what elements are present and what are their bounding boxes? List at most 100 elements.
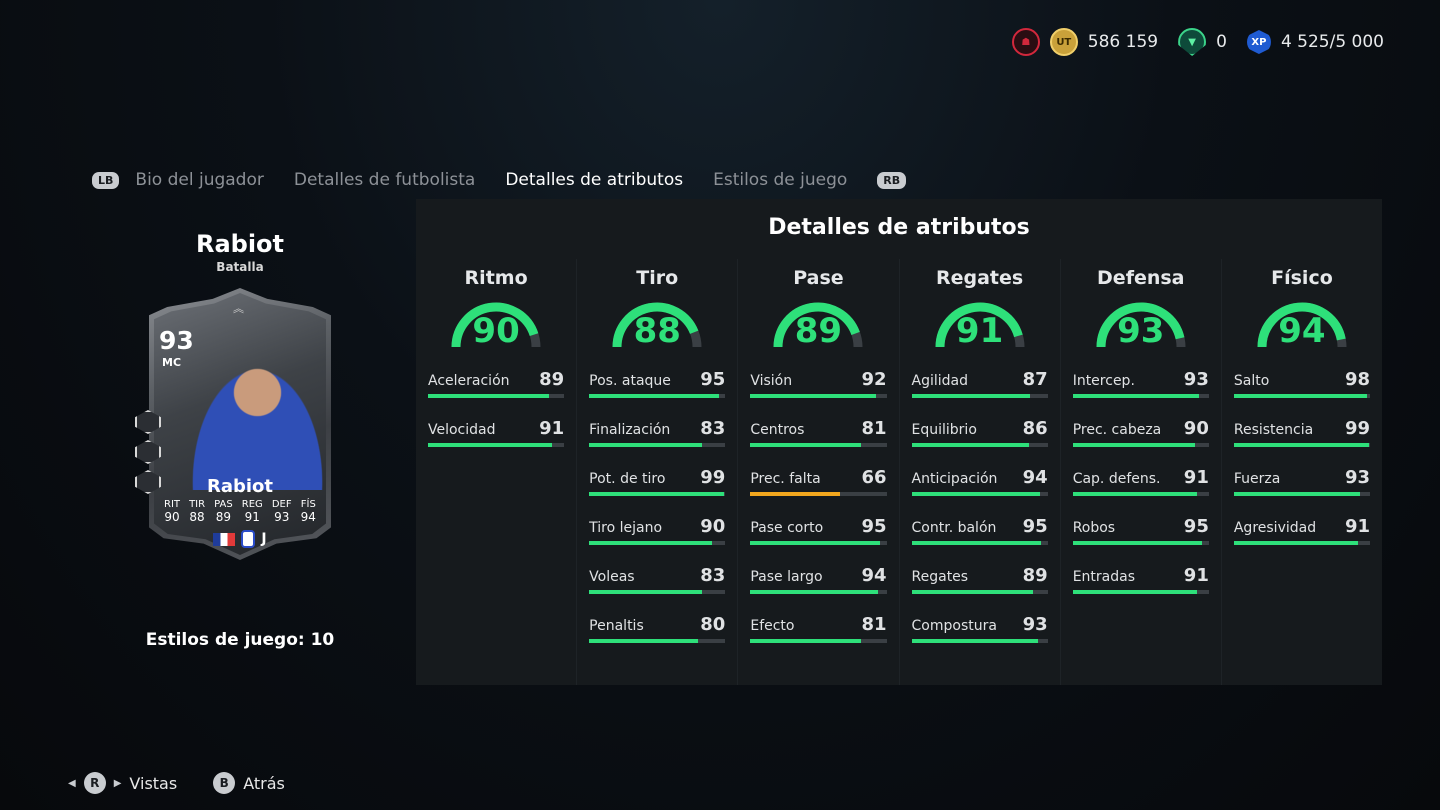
attribute-value: 94 bbox=[1022, 467, 1048, 488]
attribute-label: Pos. ataque bbox=[589, 373, 671, 389]
attribute-label: Velocidad bbox=[428, 422, 496, 438]
attribute-columns: Ritmo 90 Aceleración 89 Velocidad 91 Tiro 88 Pos… bbox=[416, 259, 1382, 685]
attribute-label: Anticipación bbox=[911, 471, 998, 487]
card-stats: RIT 90 TIR 88 PAS 89 REG 91 DEF 93 FÍS 94 bbox=[164, 498, 316, 524]
attribute-value: 91 bbox=[1183, 565, 1209, 586]
left-arrow-icon: ◀ bbox=[68, 777, 76, 789]
panel-title: Detalles de atributos bbox=[768, 215, 1030, 240]
attribute-bar-fill bbox=[1233, 541, 1358, 545]
attribute-bar bbox=[750, 541, 887, 545]
card-name: Rabiot bbox=[206, 476, 274, 497]
attribute-list: Intercep. 93 Prec. cabeza 90 Cap. defens. 91 R… bbox=[1061, 369, 1221, 614]
attribute-bar bbox=[750, 639, 887, 643]
attribute-bar-fill bbox=[1072, 443, 1196, 447]
attribute-bar-fill bbox=[1233, 492, 1361, 496]
attributes-panel: Detalles de atributos Ritmo 90 Aceleración… bbox=[416, 199, 1382, 685]
attribute-label: Contr. balón bbox=[911, 520, 997, 536]
tab-player-details[interactable]: Detalles de futbolista bbox=[294, 170, 475, 190]
tab-bio[interactable]: Bio del jugador bbox=[135, 170, 263, 190]
attribute-bar-fill bbox=[589, 541, 712, 545]
attribute-bar bbox=[911, 541, 1048, 545]
attribute-bar-fill bbox=[1233, 394, 1368, 398]
rb-bumper-icon[interactable]: RB bbox=[877, 171, 907, 189]
attribute-item: Aceleración 89 bbox=[428, 369, 565, 418]
attribute-item: Equilibrio 86 bbox=[911, 418, 1048, 467]
attribute-item: Anticipación 94 bbox=[911, 467, 1048, 516]
category-name: Físico bbox=[1271, 267, 1333, 289]
attribute-value: 89 bbox=[539, 369, 565, 390]
attribute-label: Tiro lejano bbox=[589, 520, 663, 536]
attribute-bar-fill bbox=[589, 639, 699, 643]
club-icon: ☗ bbox=[1011, 28, 1040, 56]
attribute-bar bbox=[750, 394, 887, 398]
attribute-bar bbox=[1072, 541, 1209, 545]
attribute-label: Regates bbox=[911, 569, 969, 585]
attribute-value: 95 bbox=[1022, 516, 1048, 537]
views-label[interactable]: Vistas bbox=[129, 774, 177, 793]
attribute-bar-fill bbox=[911, 394, 1030, 398]
attribute-item: Finalización 83 bbox=[589, 418, 726, 467]
currency-bar: ☗ UT 586 159 ▼ 0 XP 4 525/5 000 bbox=[1011, 28, 1394, 56]
attribute-list: Visión 92 Centros 81 Prec. falta 66 Pase corto… bbox=[738, 369, 898, 663]
category-value: 90 bbox=[472, 311, 520, 351]
attribute-bar-fill bbox=[750, 639, 861, 643]
right-arrow-icon: ▶ bbox=[113, 777, 122, 789]
attribute-bar bbox=[911, 590, 1048, 594]
attribute-list: Aceleración 89 Velocidad 91 bbox=[416, 369, 576, 467]
attribute-value: 87 bbox=[1022, 369, 1048, 390]
attribute-column: Tiro 88 Pos. ataque 95 Finalización 83 Pot. de… bbox=[576, 259, 737, 685]
attribute-item: Regates 89 bbox=[911, 565, 1048, 614]
category-value: 93 bbox=[1117, 311, 1165, 351]
player-subtitle: Batalla bbox=[216, 260, 264, 274]
attribute-bar-fill bbox=[589, 443, 703, 447]
attribute-item: Entradas 91 bbox=[1072, 565, 1209, 614]
category-gauge: 93 bbox=[1093, 299, 1189, 353]
category-name: Pase bbox=[793, 267, 844, 289]
attribute-value: 83 bbox=[700, 418, 726, 439]
attribute-item: Penaltis 80 bbox=[589, 614, 726, 663]
lb-bumper-icon[interactable]: LB bbox=[92, 171, 120, 189]
category-value: 91 bbox=[955, 311, 1004, 351]
attribute-item: Robos 95 bbox=[1072, 516, 1209, 565]
category-name: Regates bbox=[935, 267, 1024, 289]
attribute-column: Físico 94 Salto 98 Resistencia 99 Fuerza 93 Agre… bbox=[1220, 259, 1382, 685]
card-position: MC bbox=[162, 356, 182, 369]
attribute-item: Agilidad 87 bbox=[911, 369, 1048, 418]
coins-value: 586 159 bbox=[1087, 32, 1159, 52]
attribute-item: Prec. falta 66 bbox=[750, 467, 887, 516]
attribute-label: Salto bbox=[1233, 373, 1270, 389]
r-button-icon[interactable]: R bbox=[83, 772, 106, 794]
attribute-value: 95 bbox=[700, 369, 726, 390]
attribute-bar-fill bbox=[750, 394, 876, 398]
attribute-bar bbox=[750, 443, 887, 447]
attribute-bar-fill bbox=[428, 394, 550, 398]
playstyle-icon bbox=[135, 410, 161, 434]
attribute-item: Resistencia 99 bbox=[1233, 418, 1371, 467]
playstyle-icon bbox=[135, 440, 161, 464]
attribute-label: Finalización bbox=[589, 422, 671, 438]
attribute-value: 91 bbox=[1344, 516, 1371, 537]
card-stat: FÍS 94 bbox=[300, 499, 316, 524]
attribute-item: Velocidad 91 bbox=[428, 418, 565, 467]
attribute-item: Prec. cabeza 90 bbox=[1072, 418, 1209, 467]
attribute-bar bbox=[589, 394, 726, 398]
attribute-label: Fuerza bbox=[1233, 471, 1281, 487]
tab-playstyles[interactable]: Estilos de juego bbox=[713, 170, 847, 190]
attribute-item: Cap. defens. 91 bbox=[1072, 467, 1209, 516]
attribute-label: Visión bbox=[750, 373, 793, 389]
attribute-value: 98 bbox=[1344, 369, 1371, 390]
tab-attribute-details[interactable]: Detalles de atributos bbox=[505, 170, 683, 190]
xp-icon: XP bbox=[1246, 30, 1271, 54]
attribute-bar bbox=[1072, 492, 1209, 496]
attribute-value: 95 bbox=[861, 516, 887, 537]
b-button-icon[interactable]: B bbox=[213, 772, 236, 794]
back-label[interactable]: Atrás bbox=[243, 774, 285, 793]
attribute-bar bbox=[1233, 492, 1371, 496]
attribute-item: Pos. ataque 95 bbox=[589, 369, 726, 418]
attribute-bar-fill bbox=[589, 394, 719, 398]
category-name: Defensa bbox=[1097, 267, 1185, 289]
attribute-bar bbox=[589, 639, 726, 643]
attribute-value: 66 bbox=[861, 467, 887, 488]
attribute-item: Salto 98 bbox=[1233, 369, 1371, 418]
card-overall: 93 bbox=[159, 326, 194, 355]
